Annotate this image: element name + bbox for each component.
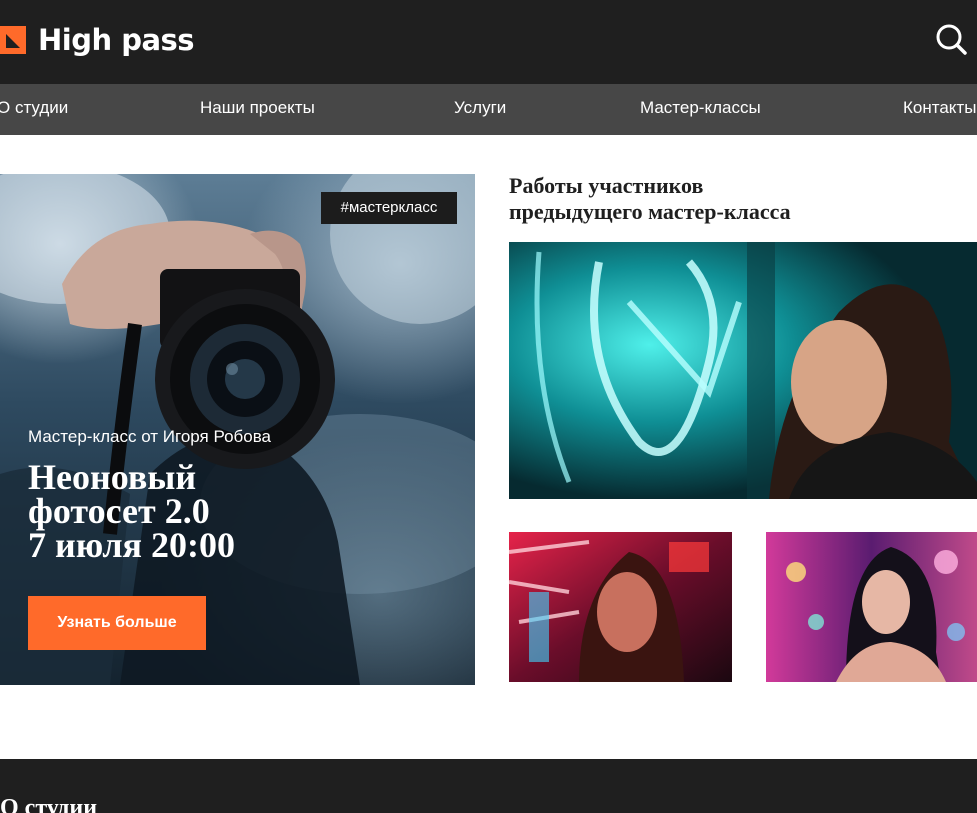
hero-banner: #мастеркласс Мастер-класс от Игоря Робов… [0,174,475,685]
logo-icon[interactable] [0,26,26,54]
work-photo-small-1[interactable] [509,532,732,682]
search-button[interactable] [934,22,968,56]
neon-portrait-image [766,532,977,682]
work-photo-large[interactable] [509,242,977,499]
neon-portrait-image [509,532,732,682]
nav-item-projects[interactable]: Наши проекты [200,84,315,135]
learn-more-button[interactable]: Узнать больше [28,596,206,650]
work-photo-small-2[interactable] [766,532,977,682]
nav-item-services[interactable]: Услуги [454,84,506,135]
about-title: О студии [0,795,98,813]
hero-title: Неоновый фотосет 2.0 7 июля 20:00 [28,457,236,565]
main-nav: О студии Наши проекты Услуги Мастер-клас… [0,84,977,135]
nav-item-contacts[interactable]: Контакты [903,84,976,135]
search-icon [936,24,967,55]
about-section: О студии [0,759,977,813]
works-title: Работы участников предыдущего мастер-кла… [509,173,791,224]
site-header: High pass [0,0,977,84]
logo-text[interactable]: High pass [38,22,195,58]
nav-item-masterclasses[interactable]: Мастер-классы [640,84,761,135]
hero-tag[interactable]: #мастеркласс [321,192,457,224]
neon-portrait-image [509,242,977,499]
nav-item-about[interactable]: О студии [0,84,68,135]
hero-subtitle: Мастер-класс от Игоря Робова [28,427,272,446]
